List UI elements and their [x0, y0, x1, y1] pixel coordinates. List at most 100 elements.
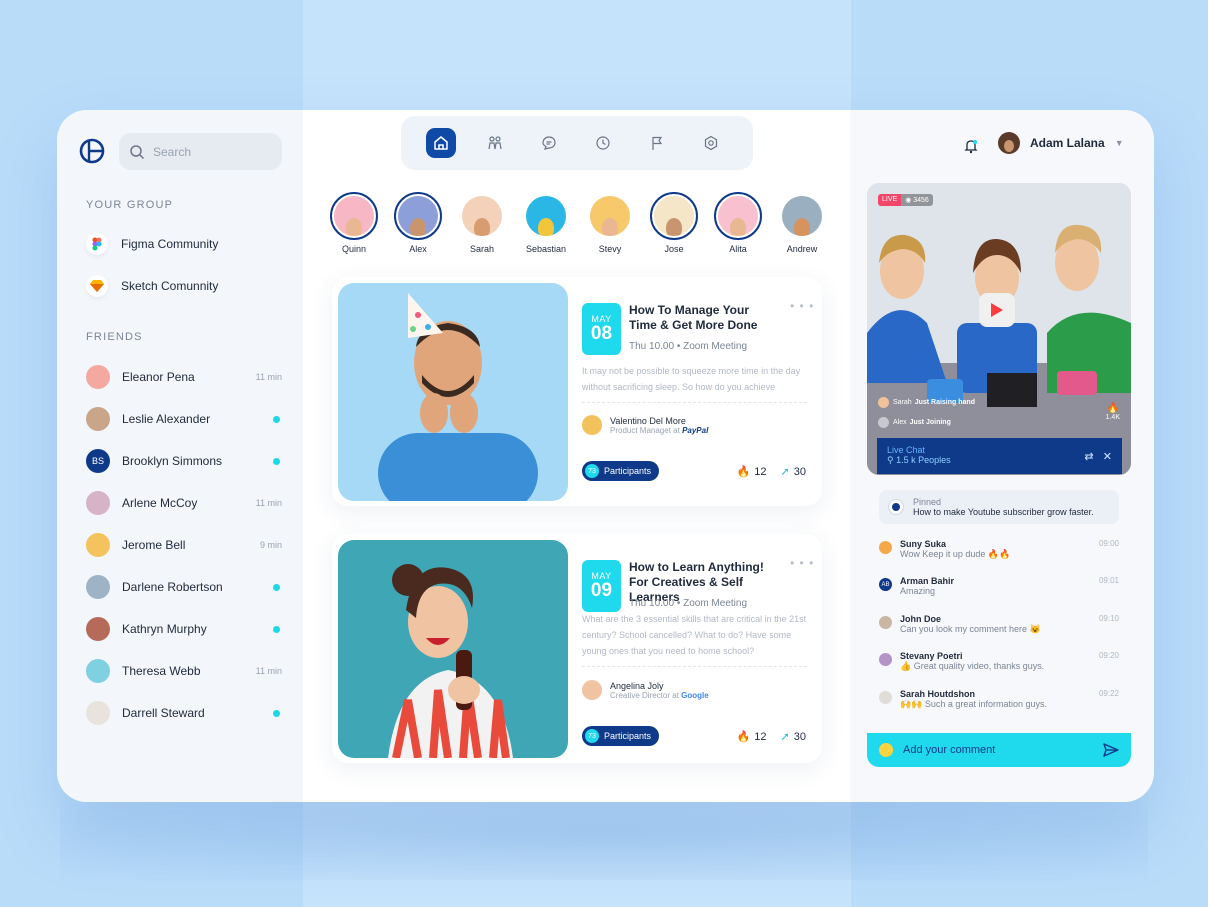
share-icon[interactable]: ➚	[781, 730, 790, 743]
avatar	[86, 407, 110, 431]
home-icon	[434, 136, 448, 150]
avatar	[86, 617, 110, 641]
event-image	[338, 283, 568, 501]
pinned-message[interactable]: Pinned How to make Youtube subscriber gr…	[879, 490, 1119, 524]
story-name: Andrew	[786, 244, 818, 254]
chat-message: Suny Suka Wow Keep it up dude 🔥🔥 09:00	[879, 539, 1119, 560]
story-item[interactable]: Alita	[714, 192, 762, 254]
emoji-icon[interactable]	[879, 743, 893, 757]
event-day: 08	[590, 323, 613, 344]
avatar-face	[346, 218, 362, 236]
friend-name: Jerome Bell	[122, 538, 186, 552]
more-options-icon[interactable]: • • •	[790, 299, 814, 313]
group-item-figma[interactable]: Figma Community	[86, 232, 218, 256]
story-item[interactable]: Sarah	[458, 192, 506, 254]
avatar-face	[474, 218, 490, 236]
nav-people[interactable]	[480, 128, 510, 158]
join-name: Sarah	[893, 399, 912, 406]
bell-icon[interactable]	[963, 138, 979, 154]
friend-item[interactable]: Jerome Bell 9 min	[86, 532, 282, 558]
story-name: Stevy	[598, 244, 622, 254]
search-box[interactable]	[119, 133, 282, 170]
close-icon[interactable]: ✕	[1103, 451, 1112, 463]
story-item[interactable]: Jose	[650, 192, 698, 254]
live-panel: Adam Lalana ▼ LIVE ◉ 3456 Sarah Just Rai…	[850, 110, 1154, 802]
story-ring	[330, 192, 378, 240]
friend-time: 9 min	[259, 540, 282, 550]
avatar	[398, 196, 438, 236]
friend-item[interactable]: Eleanor Pena 11 min	[86, 364, 282, 390]
friend-item[interactable]: Theresa Webb 11 min	[86, 658, 282, 684]
story-item[interactable]: Stevy	[586, 192, 634, 254]
fire-icon[interactable]: 🔥	[737, 730, 751, 743]
event-host[interactable]: Angelina Joly Creative Director at Googl…	[582, 680, 709, 700]
event-title[interactable]: How To Manage Your Time & Get More Done	[629, 303, 779, 333]
avatar	[462, 196, 502, 236]
message-author: Suny Suka	[900, 539, 947, 549]
live-stream[interactable]: LIVE ◉ 3456 Sarah Just Raising hand Alex J…	[867, 183, 1131, 475]
group-item-sketch[interactable]: Sketch Comunnity	[86, 274, 218, 298]
chat-message: John Doe Can you look my comment here 😺 …	[879, 614, 1119, 635]
friend-item[interactable]: BS Brooklyn Simmons	[86, 448, 282, 474]
avatar-face	[602, 218, 618, 236]
share-icon[interactable]: ➚	[781, 465, 790, 478]
friend-item[interactable]: Kathryn Murphy	[86, 616, 282, 642]
join-notice: Sarah Just Raising hand	[878, 397, 975, 408]
nav-chat[interactable]	[534, 128, 564, 158]
divider	[582, 402, 807, 403]
fire-icon[interactable]: 🔥	[737, 465, 751, 478]
story-item[interactable]: Sebastian	[522, 192, 570, 254]
event-day: 09	[590, 580, 613, 601]
more-options-icon[interactable]: • • •	[790, 556, 814, 570]
nav-settings[interactable]	[696, 128, 726, 158]
friend-item[interactable]: Arlene McCoy 11 min	[86, 490, 282, 516]
live-chat-title: Live Chat	[887, 445, 926, 455]
likes-counter[interactable]: 🔥 1.4K	[1106, 403, 1120, 421]
avatar-face	[666, 218, 682, 236]
host-company: PayPal	[682, 425, 709, 435]
likes-count: 1.4K	[1105, 414, 1120, 421]
message-author: Stevany Poetri	[900, 651, 963, 661]
story-name: Sarah	[469, 244, 495, 254]
pin-icon	[889, 500, 903, 514]
participants-button[interactable]: 73 Participants	[582, 461, 660, 481]
friend-item[interactable]: Darlene Robertson	[86, 574, 282, 600]
friend-item[interactable]: Darrell Steward	[86, 700, 282, 726]
join-text: Just Joining	[909, 419, 951, 426]
event-card[interactable]: MAY 08 How To Manage Your Time & Get Mor…	[332, 277, 822, 506]
event-description: It may not be possible to squeeze more t…	[582, 366, 801, 392]
logo-icon[interactable]	[79, 138, 105, 164]
friend-time: 11 min	[255, 666, 282, 676]
participants-button[interactable]: 73 Participants	[582, 726, 660, 746]
avatar	[782, 196, 822, 236]
search-input[interactable]	[153, 144, 273, 159]
story-item[interactable]: Alex	[394, 192, 442, 254]
avatar	[879, 541, 892, 554]
avatar	[582, 680, 602, 700]
host-role: Product Managet at	[610, 425, 680, 435]
event-description: What are the 3 essential skills that are…	[582, 614, 807, 656]
event-host[interactable]: Valentino Del More Product Managet at Pa…	[582, 415, 708, 435]
message-text: Can you look my comment here 😺	[900, 624, 1041, 634]
event-card[interactable]: MAY 09 How to Learn Anything! For Creati…	[332, 534, 822, 763]
story-item[interactable]: Quinn	[330, 192, 378, 254]
story-item[interactable]: Andrew	[778, 192, 826, 254]
friend-item[interactable]: Leslie Alexander	[86, 406, 282, 432]
profile-menu[interactable]: Adam Lalana ▼	[998, 132, 1124, 154]
participants-count: 73	[585, 729, 599, 743]
nav-home[interactable]	[426, 128, 456, 158]
online-indicator	[273, 415, 280, 423]
share-count: 30	[793, 730, 806, 743]
avatar	[879, 616, 892, 629]
pinned-label: Pinned	[913, 497, 942, 507]
nav-history[interactable]	[588, 128, 618, 158]
send-icon[interactable]	[1103, 742, 1119, 758]
join-notice: Alex Just Joining	[878, 417, 951, 428]
nav-flag[interactable]	[642, 128, 672, 158]
event-stats: 🔥 12 ➚ 30	[737, 730, 806, 744]
message-text: Amazing	[900, 586, 936, 596]
message-time: 09:10	[1098, 614, 1119, 623]
comment-input[interactable]	[903, 744, 1093, 756]
friend-name: Theresa Webb	[122, 664, 201, 678]
sliders-icon[interactable]: ⇄	[1084, 451, 1093, 463]
